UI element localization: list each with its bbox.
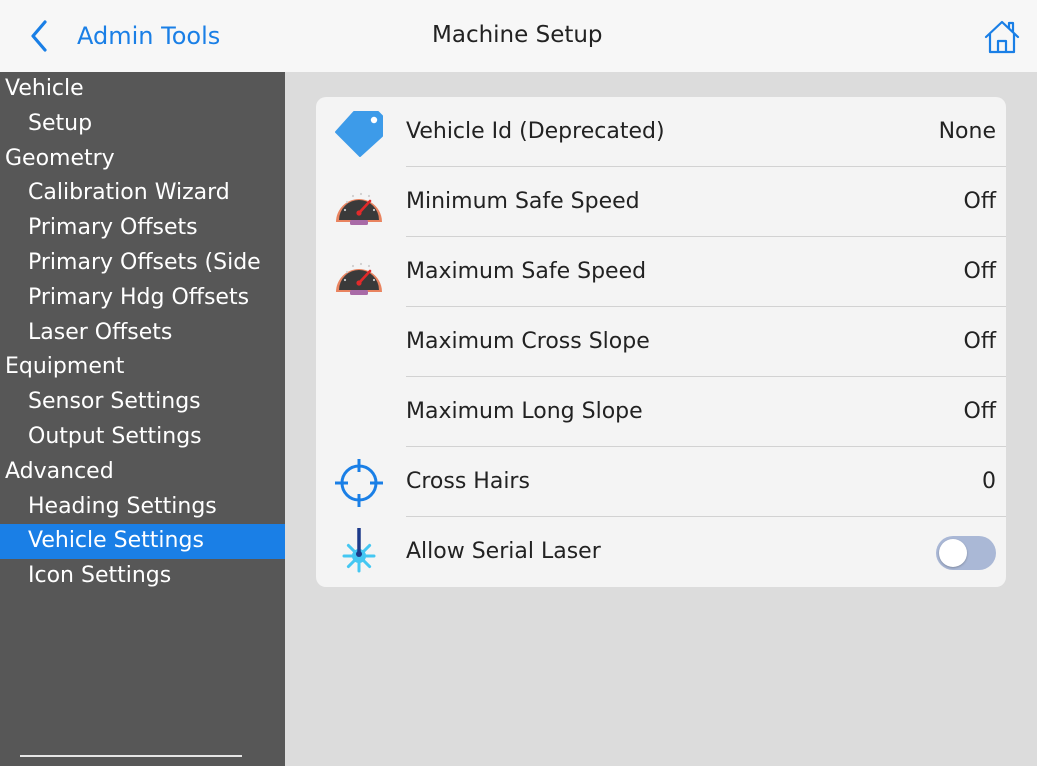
setting-label: Maximum Safe Speed (406, 259, 647, 284)
sidebar-section-header: Vehicle (5, 76, 84, 101)
laser-icon (332, 526, 386, 578)
sidebar-item[interactable]: Output Settings (0, 420, 285, 455)
setting-label: Maximum Cross Slope (406, 329, 650, 354)
setting-value: 0 (982, 469, 996, 494)
sidebar-item[interactable]: Sensor Settings (0, 385, 285, 420)
setting-row-maximum-safe-speed[interactable]: Maximum Safe Speed Off (316, 237, 1006, 307)
toggle-knob (939, 539, 967, 567)
sidebar-item[interactable]: Primary Hdg Offsets (0, 281, 285, 316)
setting-label: Cross Hairs (406, 469, 530, 494)
allow-serial-laser-toggle[interactable] (936, 536, 996, 570)
setting-value: Off (963, 189, 996, 214)
sidebar-item[interactable]: Calibration Wizard (0, 176, 285, 211)
back-button[interactable]: Admin Tools (30, 14, 220, 58)
setting-row-vehicle-id[interactable]: Vehicle Id (Deprecated) None (316, 97, 1006, 167)
setting-label: Minimum Safe Speed (406, 189, 640, 214)
back-button-label: Admin Tools (77, 22, 221, 50)
speedometer-icon (332, 248, 386, 298)
sidebar-item[interactable]: Setup (0, 107, 285, 142)
chevron-left-icon (31, 20, 47, 52)
sidebar-item[interactable]: Icon Settings (0, 559, 285, 594)
setting-value: Off (963, 259, 996, 284)
home-icon (984, 20, 1020, 54)
page-title: Machine Setup (432, 22, 603, 48)
crosshair-icon (332, 458, 386, 508)
sidebar-section-header: Advanced (5, 458, 114, 484)
sidebar-item[interactable]: Laser Offsets (0, 316, 285, 351)
setting-value: None (938, 119, 996, 144)
speedometer-icon (332, 178, 386, 228)
setting-label: Maximum Long Slope (406, 399, 643, 424)
sidebar-section-header: Geometry (5, 145, 115, 171)
sidebar-item[interactable]: Primary Offsets (Side (0, 246, 285, 281)
sidebar-item[interactable]: Primary Offsets (0, 211, 285, 246)
setting-row-allow-serial-laser[interactable]: Allow Serial Laser (316, 517, 1006, 587)
setting-row-maximum-long-slope[interactable]: Maximum Long Slope Off (316, 377, 1006, 447)
tag-icon (332, 108, 386, 158)
sidebar-section-header: Equipment (5, 354, 125, 380)
sidebar-list: Vehicle Setup Geometry Calibration Wizard Pr… (0, 72, 285, 594)
sidebar-item[interactable]: Vehicle Settings (0, 524, 285, 560)
setting-row-cross-hairs[interactable]: Cross Hairs 0 (316, 447, 1006, 517)
setting-value: Off (963, 329, 996, 354)
setting-row-maximum-cross-slope[interactable]: Maximum Cross Slope Off (316, 307, 1006, 377)
setting-value: Off (963, 399, 996, 424)
sidebar-item[interactable]: Heading Settings (0, 490, 285, 525)
sidebar: Vehicle Setup Geometry Calibration Wizard Pr… (0, 72, 285, 766)
sidebar-divider (20, 755, 242, 757)
setting-label: Allow Serial Laser (406, 539, 601, 564)
setting-row-minimum-safe-speed[interactable]: Minimum Safe Speed Off (316, 167, 1006, 237)
top-bar: Admin Tools Machine Setup (0, 0, 1037, 72)
settings-card: Vehicle Id (Deprecated) None Minimum Safe … (316, 97, 1006, 587)
setting-label: Vehicle Id (Deprecated) (406, 119, 665, 144)
home-button[interactable] (982, 17, 1022, 57)
